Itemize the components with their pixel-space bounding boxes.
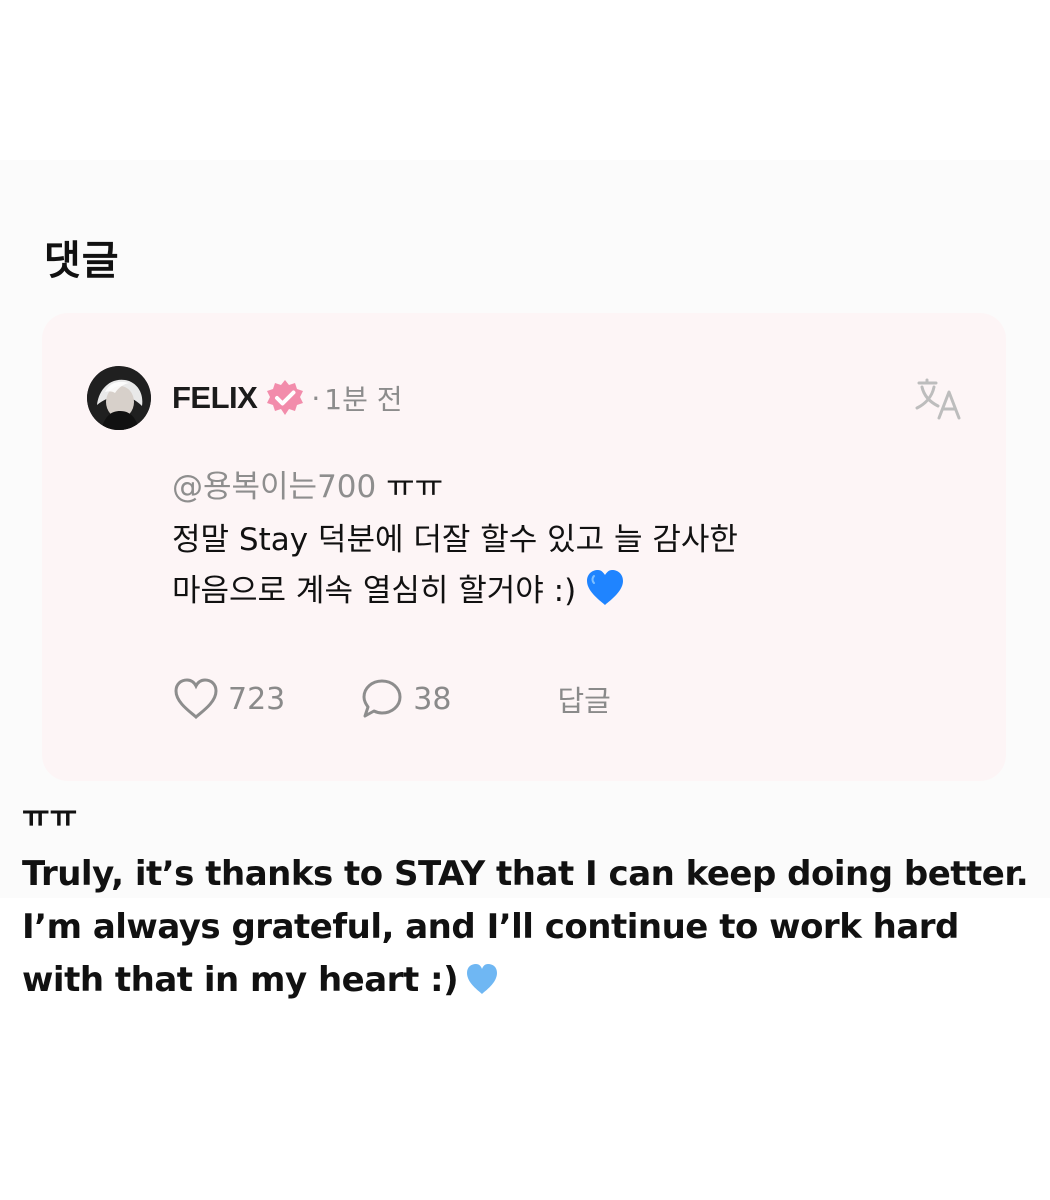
comment-actions: 723 38 답글 (172, 673, 611, 725)
screenshot-panel: 댓글 FELIX · 1분 전 @용복이는700 ㅠㅠ 정말 Stay 덕분에 … (0, 160, 1050, 898)
translation-caption: ㅠㅠ Truly, it’s thanks to STAY that I can… (22, 800, 1032, 1007)
comment-card: FELIX · 1분 전 @용복이는700 ㅠㅠ 정말 Stay 덕분에 더잘 … (42, 313, 1006, 781)
comments-section-title: 댓글 (44, 238, 120, 284)
author-name[interactable]: FELIX (172, 380, 258, 416)
comment-body-text: 정말 Stay 덕분에 더잘 할수 있고 늘 감사한 마음으로 계속 열심히 할… (172, 522, 738, 609)
comment-body: 정말 Stay 덕분에 더잘 할수 있고 늘 감사한 마음으로 계속 열심히 할… (172, 515, 932, 617)
reply-mention[interactable]: @용복이는700 (172, 469, 376, 505)
reply-button[interactable]: 답글 (557, 678, 610, 720)
comment-author-row: FELIX · 1분 전 (172, 375, 403, 421)
comment-bubble-icon (362, 679, 402, 718)
comment-time: 1분 전 (324, 383, 403, 416)
mention-suffix: ㅠㅠ (386, 469, 444, 505)
blue-heart-emoji-icon (584, 567, 626, 609)
meta-separator: · (311, 381, 321, 415)
heart-outline-icon (174, 678, 218, 720)
avatar[interactable] (87, 366, 151, 430)
reply-count: 38 (413, 681, 452, 717)
like-count: 723 (228, 681, 286, 717)
verified-badge-icon (265, 378, 305, 418)
reply-count-button[interactable]: 38 (359, 676, 451, 722)
translation-text: Truly, it’s thanks to STAY that I can ke… (22, 854, 1029, 1000)
comment-mention-line: @용복이는700 ㅠㅠ (172, 461, 443, 506)
light-blue-heart-emoji-icon (464, 960, 500, 996)
translation-text-wrap: Truly, it’s thanks to STAY that I can ke… (22, 848, 1032, 1007)
translation-prefix: ㅠㅠ (22, 800, 78, 835)
translate-icon[interactable] (914, 375, 962, 423)
like-button[interactable]: 723 (172, 677, 285, 721)
